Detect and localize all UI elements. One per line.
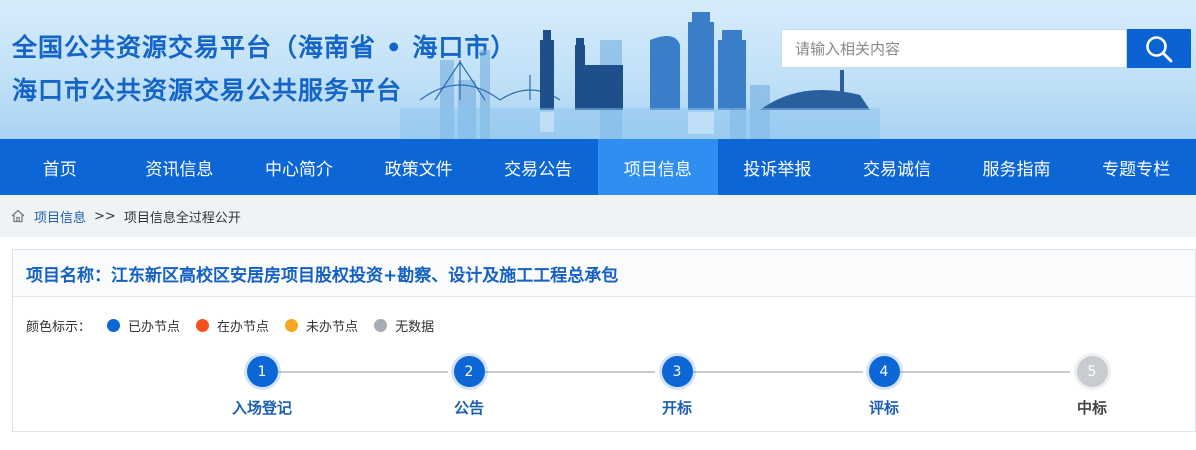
legend-dot-orange	[285, 319, 299, 332]
legend-label: 颜色标示：	[26, 320, 92, 335]
step-number-badge: 2	[453, 356, 485, 387]
step-number-badge: 1	[246, 356, 278, 387]
nav-item-complaints[interactable]: 投诉举报	[718, 139, 838, 195]
breadcrumb-link-project-info[interactable]: 项目信息	[34, 207, 86, 226]
nav-item-credit[interactable]: 交易诚信	[837, 139, 957, 195]
search-button[interactable]	[1127, 29, 1191, 68]
legend-item-done: 已办节点	[107, 316, 180, 335]
nav-item-news[interactable]: 资讯信息	[120, 139, 240, 195]
legend-dot-red	[196, 319, 210, 332]
step-label: 公告	[453, 399, 484, 417]
legend-text: 在办节点	[217, 320, 270, 335]
nav-item-announcements[interactable]: 交易公告	[478, 139, 598, 195]
search-bar	[781, 29, 1191, 68]
step-label: 入场登记	[231, 399, 292, 417]
step-number-badge: 4	[868, 356, 900, 387]
color-legend: 颜色标示： 已办节点 在办节点 未办节点 无数据	[26, 316, 450, 335]
legend-text: 未办节点	[306, 320, 359, 335]
nav-item-guide[interactable]: 服务指南	[957, 139, 1077, 195]
header-banner: 全国公共资源交易平台（海南省 • 海口市） 海口市公共资源交易公共服务平台	[0, 0, 1196, 139]
legend-text: 无数据	[395, 320, 435, 335]
search-input[interactable]	[781, 29, 1127, 68]
legend-item-in-progress: 在办节点	[196, 316, 269, 335]
main-nav: 首页 资讯信息 中心简介 政策文件 交易公告 项目信息 投诉举报 交易诚信 服务…	[0, 139, 1196, 195]
site-title-line2: 海口市公共资源交易公共服务平台	[12, 76, 403, 105]
home-icon	[11, 209, 25, 223]
legend-dot-grey	[374, 319, 388, 332]
step-label: 开标	[661, 399, 692, 417]
project-title: 项目名称：江东新区高校区安居房项目股权投资+勘察、设计及施工工程总承包	[26, 265, 619, 286]
legend-text: 已办节点	[128, 320, 181, 335]
breadcrumb: 项目信息 >> 项目信息全过程公开	[0, 195, 1196, 237]
project-header: 项目名称：江东新区高校区安居房项目股权投资+勘察、设计及施工工程总承包	[13, 250, 1195, 297]
step-3[interactable]: 3 开标	[617, 354, 737, 418]
project-panel: 项目名称：江东新区高校区安居房项目股权投资+勘察、设计及施工工程总承包 颜色标示…	[12, 249, 1196, 432]
city-skyline-illustration	[400, 12, 880, 139]
nav-item-special[interactable]: 专题专栏	[1076, 139, 1196, 195]
step-label: 评标	[868, 399, 899, 417]
breadcrumb-separator: >>	[94, 208, 116, 224]
step-4[interactable]: 4 评标	[824, 354, 944, 418]
step-number-badge: 5	[1076, 356, 1108, 387]
nav-item-home[interactable]: 首页	[0, 139, 120, 195]
breadcrumb-current: 项目信息全过程公开	[123, 210, 241, 226]
legend-item-pending: 未办节点	[285, 316, 358, 335]
search-icon	[1146, 35, 1173, 62]
step-5[interactable]: 5 中标	[1032, 354, 1152, 418]
nav-item-about[interactable]: 中心简介	[239, 139, 359, 195]
process-steps: 1 入场登记 2 公告 3 开标 4 评标 5 中标	[13, 354, 1196, 424]
nav-item-policy[interactable]: 政策文件	[359, 139, 479, 195]
step-number-badge: 3	[661, 356, 693, 387]
step-1[interactable]: 1 入场登记	[202, 354, 322, 418]
step-label: 中标	[1076, 399, 1107, 417]
nav-item-project-info[interactable]: 项目信息	[597, 139, 718, 195]
legend-dot-blue	[107, 319, 121, 332]
legend-item-no-data: 无数据	[374, 316, 434, 335]
step-2[interactable]: 2 公告	[409, 354, 529, 418]
